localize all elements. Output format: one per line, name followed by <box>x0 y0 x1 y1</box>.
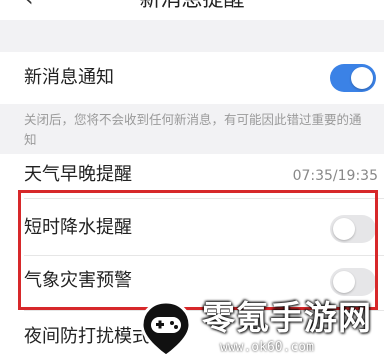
site-watermark: 零氪手游网 www.ok60.com <box>128 292 384 360</box>
weather-time-value: 07:35/19:35 <box>292 168 378 184</box>
new-message-label: 新消息通知 <box>24 67 114 88</box>
toggle-knob <box>351 67 373 89</box>
new-message-toggle[interactable] <box>330 64 376 92</box>
watermark-brand: 零氪手游网 <box>202 298 372 337</box>
page-title: 新消息提醒 <box>0 0 384 11</box>
gamepad-pin-icon <box>140 300 192 358</box>
nav-bar: ‹ 新消息提醒 <box>0 0 384 20</box>
watermark-url: www.ok60.com <box>220 340 314 355</box>
new-message-note: 关闭后，您将不会收到任何新消息，有可能因此错过重要的通知 <box>24 112 362 147</box>
setting-row-new-message: 新消息通知 <box>0 52 384 104</box>
weather-label: 天气早晚提醒 <box>24 164 132 185</box>
